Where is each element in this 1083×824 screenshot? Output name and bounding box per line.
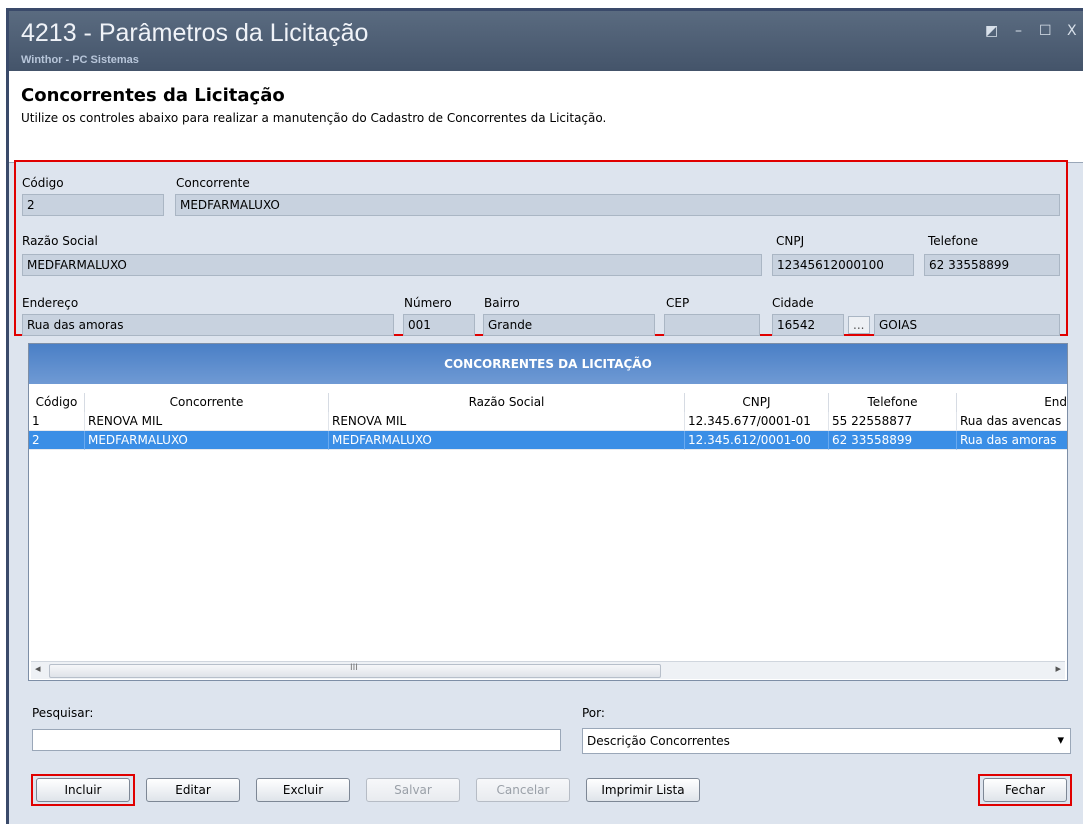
search-by-value: Descrição Concorrentes — [587, 734, 730, 748]
imprimir-lista-button[interactable]: Imprimir Lista — [586, 778, 700, 802]
incluir-button[interactable]: Incluir — [36, 778, 130, 802]
concorrente-field[interactable]: MEDFARMALUXO — [175, 194, 1060, 216]
table-cell: 1 — [29, 412, 85, 431]
minimize-icon[interactable]: – — [1015, 23, 1022, 39]
restore-icon[interactable]: ◩ — [985, 23, 998, 39]
scroll-thumb[interactable]: III — [49, 663, 661, 678]
table-cell: Rua das amoras — [957, 431, 1067, 450]
close-icon[interactable]: X — [1067, 23, 1077, 39]
por-label: Por: — [582, 706, 605, 720]
page-title: Concorrentes da Licitação — [21, 85, 285, 106]
razao-social-label: Razão Social — [22, 234, 98, 248]
window-subtitle: Winthor - PC Sistemas — [21, 54, 139, 66]
fechar-button[interactable]: Fechar — [983, 778, 1067, 802]
table-cell: Rua das avencas — [957, 412, 1067, 431]
endereco-field[interactable]: Rua das amoras — [22, 314, 394, 336]
scroll-grip-icon: III — [350, 663, 358, 673]
competitors-grid: CONCORRENTES DA LICITAÇÃO Código Concorr… — [28, 343, 1068, 681]
search-by-select[interactable]: Descrição Concorrentes ▾ — [582, 728, 1071, 754]
cep-label: CEP — [666, 296, 690, 310]
table-cell: 55 22558877 — [829, 412, 957, 431]
column-header-razao-social[interactable]: Razão Social — [329, 393, 685, 412]
bairro-field[interactable]: Grande — [483, 314, 655, 336]
scroll-left-icon[interactable]: ◂ — [35, 662, 41, 675]
table-cell: RENOVA MIL — [85, 412, 329, 431]
title-bar: 4213 - Parâmetros da Licitação Winthor -… — [9, 11, 1083, 71]
window-title: 4213 - Parâmetros da Licitação — [21, 19, 369, 47]
chevron-down-icon[interactable]: ▾ — [1057, 729, 1064, 753]
page-description: Utilize os controles abaixo para realiza… — [21, 111, 607, 125]
table-cell: MEDFARMALUXO — [85, 431, 329, 450]
column-header-telefone[interactable]: Telefone — [829, 393, 957, 412]
column-header-concorrente[interactable]: Concorrente — [85, 393, 329, 412]
endereco-label: Endereço — [22, 296, 79, 310]
competitor-form: Código 2 Concorrente MEDFARMALUXO Razão … — [14, 160, 1068, 336]
column-header-codigo[interactable]: Código — [29, 393, 85, 412]
codigo-label: Código — [22, 176, 64, 190]
cnpj-field[interactable]: 12345612000100 — [772, 254, 914, 276]
table-cell: MEDFARMALUXO — [329, 431, 685, 450]
cidade-code-field[interactable]: 16542 — [772, 314, 844, 336]
codigo-field[interactable]: 2 — [22, 194, 164, 216]
razao-social-field[interactable]: MEDFARMALUXO — [22, 254, 762, 276]
editar-button[interactable]: Editar — [146, 778, 240, 802]
excluir-button[interactable]: Excluir — [256, 778, 350, 802]
table-cell: 62 33558899 — [829, 431, 957, 450]
table-cell: 12.345.612/0001-00 — [685, 431, 829, 450]
horizontal-scrollbar[interactable]: ◂ III ▸ — [31, 661, 1065, 679]
grid-title: CONCORRENTES DA LICITAÇÃO — [29, 344, 1067, 384]
search-label: Pesquisar: — [32, 706, 94, 720]
maximize-icon[interactable]: ☐ — [1039, 23, 1052, 39]
bairro-label: Bairro — [484, 296, 520, 310]
numero-label: Número — [404, 296, 452, 310]
scroll-right-icon[interactable]: ▸ — [1055, 662, 1061, 675]
table-cell: 2 — [29, 431, 85, 450]
cidade-label: Cidade — [772, 296, 814, 310]
numero-field[interactable]: 001 — [403, 314, 475, 336]
cidade-lookup-button[interactable]: ... — [848, 316, 870, 334]
page-header: Concorrentes da Licitação Utilize os con… — [9, 71, 1083, 163]
table-cell: RENOVA MIL — [329, 412, 685, 431]
salvar-button[interactable]: Salvar — [366, 778, 460, 802]
cidade-name-field[interactable]: GOIAS — [874, 314, 1060, 336]
column-header-cnpj[interactable]: CNPJ — [685, 393, 829, 412]
cnpj-label: CNPJ — [776, 234, 805, 248]
cep-field[interactable] — [664, 314, 760, 336]
search-input[interactable] — [32, 729, 561, 751]
table-cell: 12.345.677/0001-01 — [685, 412, 829, 431]
concorrente-label: Concorrente — [176, 176, 250, 190]
column-header-endereco[interactable]: End — [957, 393, 1067, 412]
cancelar-button[interactable]: Cancelar — [476, 778, 570, 802]
telefone-label: Telefone — [928, 234, 978, 248]
telefone-field[interactable]: 62 33558899 — [924, 254, 1060, 276]
